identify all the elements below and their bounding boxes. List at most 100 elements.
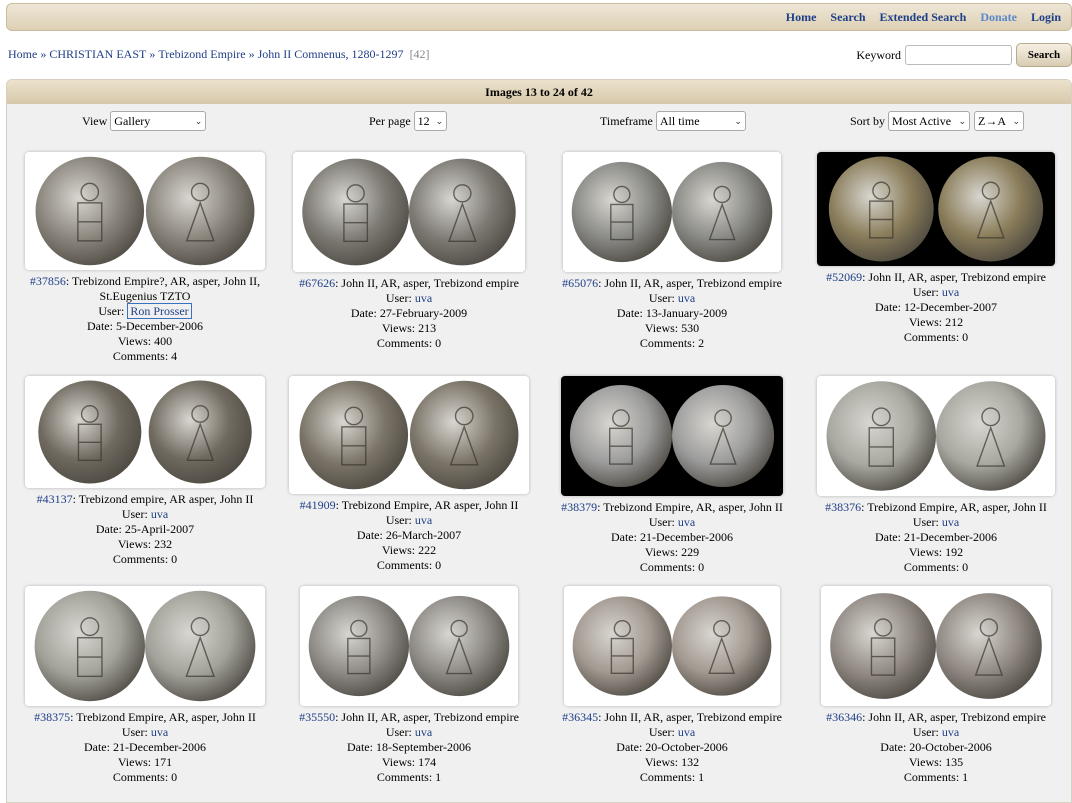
coin-thumbnail[interactable] xyxy=(300,586,518,706)
card-user-link[interactable]: uva xyxy=(415,725,432,739)
card-user-link[interactable]: Ron Prosser xyxy=(127,303,192,319)
views-label: Views: xyxy=(908,315,943,329)
card-id-link[interactable]: #67626 xyxy=(299,276,335,290)
timeframe-control: Timeframe All time ⌄ xyxy=(600,111,746,131)
card-comments-value: 1 xyxy=(698,770,705,784)
card-comments-value: 1 xyxy=(962,770,969,784)
user-label: User: xyxy=(912,285,939,299)
card-views: Views: 213 xyxy=(278,321,540,336)
nav-home[interactable]: Home xyxy=(786,10,817,25)
gallery-card: #37856: Trebizond Empire?, AR, asper, Jo… xyxy=(14,152,276,364)
views-label: Views: xyxy=(381,321,416,335)
breadcrumb-home[interactable]: Home xyxy=(8,47,37,61)
card-id-link[interactable]: #65076 xyxy=(562,276,598,290)
coin-thumbnail[interactable] xyxy=(25,152,265,270)
card-title-text: John II, AR, asper, Trebizond empire xyxy=(868,710,1046,724)
card-date-value: 26-March-2007 xyxy=(385,528,462,542)
user-label: User: xyxy=(121,725,148,739)
coin-thumbnail[interactable] xyxy=(564,586,780,706)
user-label: User: xyxy=(648,515,675,529)
card-user-link[interactable]: uva xyxy=(942,725,959,739)
card-title: #38376: Trebizond Empire, AR, asper, Joh… xyxy=(825,500,1047,514)
card-user-link[interactable]: uva xyxy=(151,507,168,521)
card-title: #36346: John II, AR, asper, Trebizond em… xyxy=(826,710,1046,724)
card-title-text: John II, AR, asper, Trebizond empire xyxy=(868,270,1046,284)
per-page-select[interactable]: 12 ⌄ xyxy=(413,111,447,131)
keyword-search-button[interactable]: Search xyxy=(1016,43,1072,67)
coin-thumbnail[interactable] xyxy=(561,376,783,496)
date-label: Date: xyxy=(616,740,643,754)
card-id-link[interactable]: #36346 xyxy=(826,710,862,724)
card-date: Date: 21-December-2006 xyxy=(14,740,276,755)
breadcrumb-christian-east[interactable]: CHRISTIAN EAST xyxy=(49,47,146,61)
keyword-search: Keyword Search xyxy=(856,43,1072,67)
nav-search[interactable]: Search xyxy=(830,10,865,25)
order-select[interactable]: Z→A ⌄ xyxy=(974,111,1025,131)
card-user-link[interactable]: uva xyxy=(678,291,695,305)
card-user-link[interactable]: uva xyxy=(151,725,168,739)
views-label: Views: xyxy=(381,543,416,557)
card-id-link[interactable]: #38376 xyxy=(825,500,861,514)
timeframe-select[interactable]: All time ⌄ xyxy=(655,111,746,131)
keyword-input[interactable] xyxy=(905,45,1012,65)
coin-thumbnail[interactable] xyxy=(821,586,1051,706)
chevron-down-icon: ⌄ xyxy=(194,115,203,126)
date-label: Date: xyxy=(346,740,373,754)
card-user-link[interactable]: uva xyxy=(678,515,695,529)
card-title-text: Trebizond Empire, AR, asper, John II xyxy=(867,500,1047,514)
user-label: User: xyxy=(98,304,125,318)
card-comments: Comments: 1 xyxy=(805,770,1067,785)
views-label: Views: xyxy=(117,334,152,348)
card-comments: Comments: 0 xyxy=(805,560,1067,575)
card-id-link[interactable]: #35550 xyxy=(299,710,335,724)
sort-select[interactable]: Most Active ⌄ xyxy=(888,111,971,131)
card-user: User: uva xyxy=(541,291,803,306)
card-title: #52069: John II, AR, asper, Trebizond em… xyxy=(826,270,1046,284)
card-id-link[interactable]: #52069 xyxy=(826,270,862,284)
card-id-link[interactable]: #41909 xyxy=(300,498,336,512)
card-views: Views: 132 xyxy=(541,755,803,770)
coin-thumbnail[interactable] xyxy=(289,376,529,494)
views-label: Views: xyxy=(381,755,416,769)
coin-thumbnail[interactable] xyxy=(25,376,265,488)
card-id-link[interactable]: #36345 xyxy=(562,710,598,724)
coin-thumbnail[interactable] xyxy=(293,152,525,272)
gallery-title: Images 13 to 24 of 42 xyxy=(7,80,1071,104)
breadcrumb-john-ii[interactable]: John II Comnenus, 1280-1297 xyxy=(258,47,404,61)
card-id-link[interactable]: #38375 xyxy=(34,710,70,724)
card-views-value: 232 xyxy=(154,537,173,551)
card-views: Views: 229 xyxy=(541,545,803,560)
gallery-card: #67626: John II, AR, asper, Trebizond em… xyxy=(278,152,540,351)
card-user-link[interactable]: uva xyxy=(415,291,432,305)
card-id-link[interactable]: #43137 xyxy=(37,492,73,506)
breadcrumb-trebizond-empire[interactable]: Trebizond Empire xyxy=(158,47,245,61)
comments-label: Comments: xyxy=(903,770,960,784)
coin-thumbnail[interactable] xyxy=(563,152,781,272)
coin-thumbnail[interactable] xyxy=(817,376,1055,496)
card-date: Date: 12-December-2007 xyxy=(805,300,1067,315)
card-user-link[interactable]: uva xyxy=(942,515,959,529)
nav-extended-search[interactable]: Extended Search xyxy=(880,10,967,25)
card-views-value: 132 xyxy=(681,755,700,769)
card-user-link[interactable]: uva xyxy=(942,285,959,299)
view-select[interactable]: Gallery ⌄ xyxy=(110,111,207,131)
card-id-link[interactable]: #38379 xyxy=(561,500,597,514)
views-label: Views: xyxy=(908,545,943,559)
nav-login[interactable]: Login xyxy=(1031,10,1061,25)
coin-image xyxy=(25,586,265,706)
breadcrumb-separator: » xyxy=(149,47,156,61)
card-user: User: uva xyxy=(14,725,276,740)
coin-thumbnail[interactable] xyxy=(25,586,265,706)
card-title: #67626: John II, AR, asper, Trebizond em… xyxy=(299,276,519,290)
card-comments: Comments: 0 xyxy=(14,770,276,785)
coin-image xyxy=(300,586,518,706)
card-views: Views: 192 xyxy=(805,545,1067,560)
card-user-link[interactable]: uva xyxy=(415,513,432,527)
nav-donate[interactable]: Donate xyxy=(980,10,1017,25)
user-label: User: xyxy=(648,291,675,305)
coin-thumbnail[interactable] xyxy=(817,152,1055,266)
card-id-link[interactable]: #37856 xyxy=(30,274,66,288)
card-comments: Comments: 0 xyxy=(14,552,276,567)
card-user: User: uva xyxy=(278,291,540,306)
card-user-link[interactable]: uva xyxy=(678,725,695,739)
